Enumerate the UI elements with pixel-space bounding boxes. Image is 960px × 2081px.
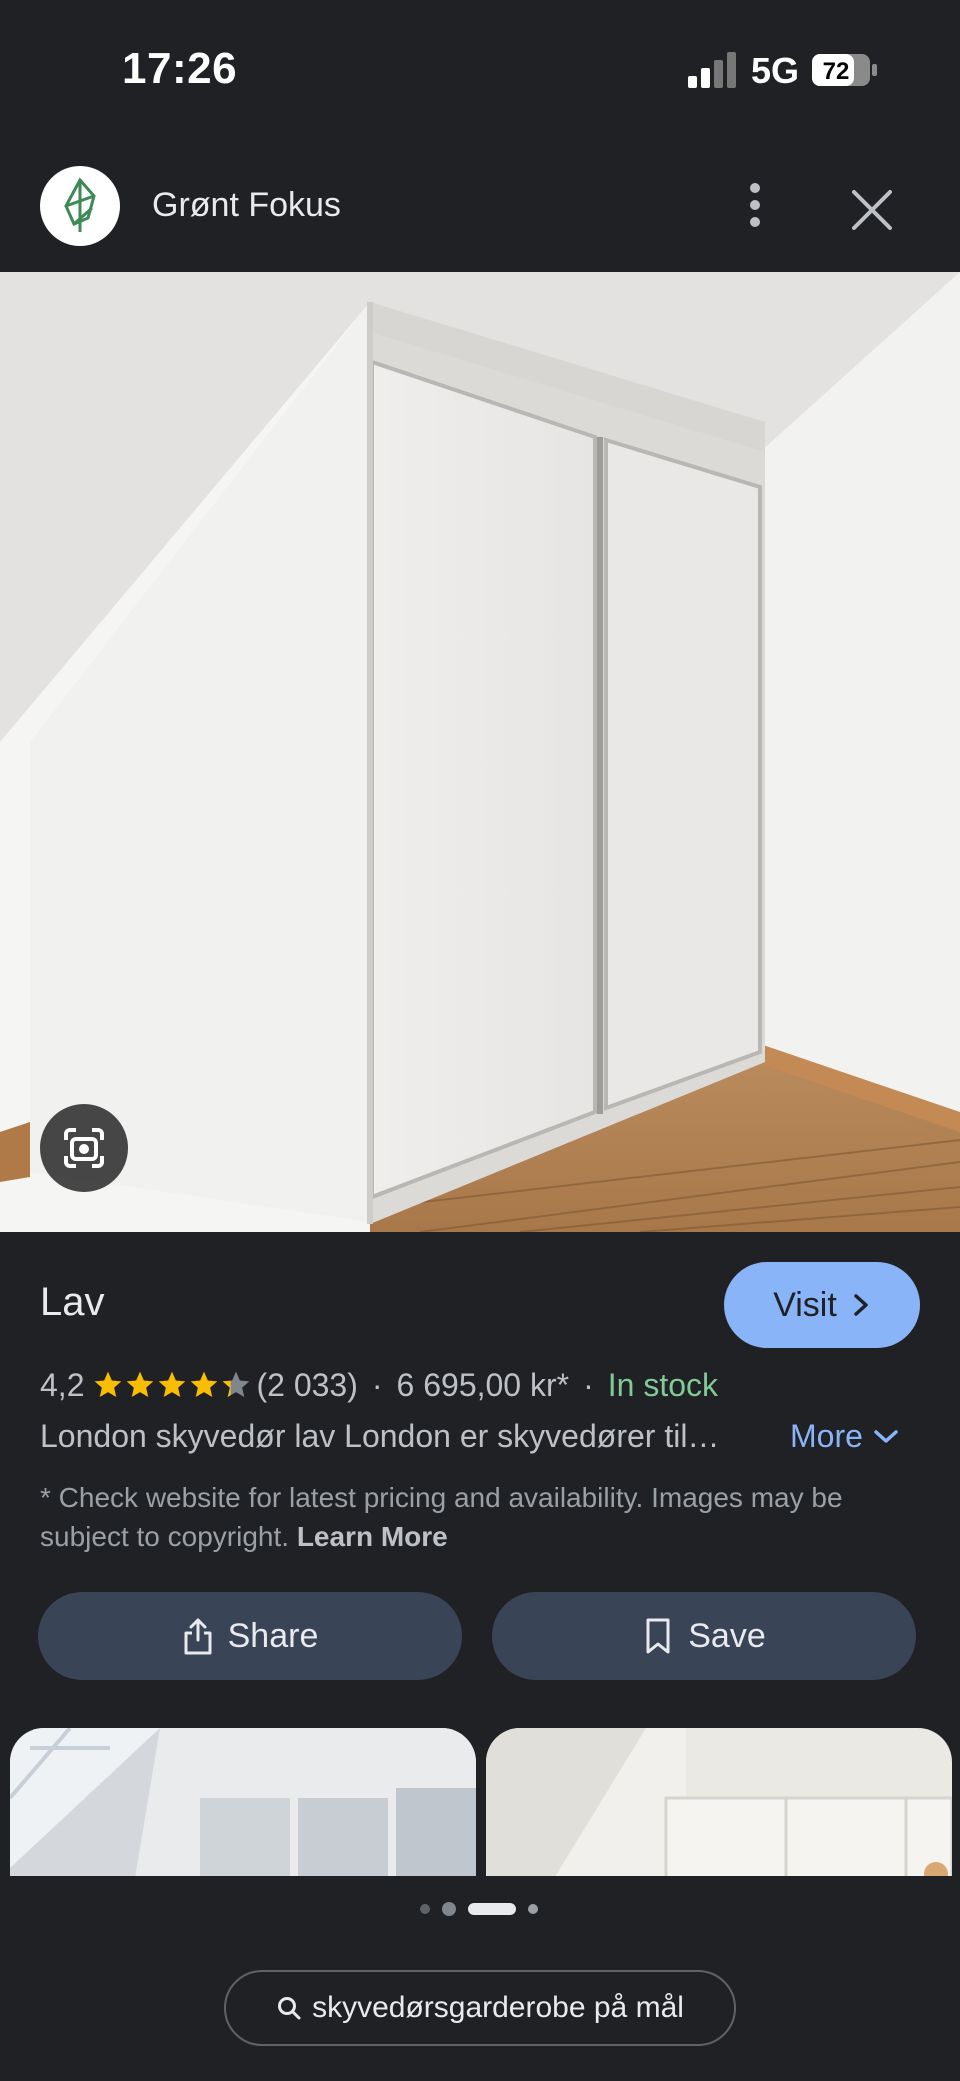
lens-button[interactable]	[40, 1104, 128, 1192]
leaf-logo-icon	[64, 177, 96, 232]
related-image[interactable]	[10, 1728, 476, 1876]
more-button[interactable]: More	[790, 1418, 899, 1455]
review-count: (2 033)	[256, 1366, 358, 1403]
disclaimer: * Check website for latest pricing and a…	[40, 1478, 920, 1556]
share-label: Share	[227, 1616, 319, 1655]
save-label: Save	[688, 1616, 766, 1655]
wardrobe-photo	[0, 272, 960, 1232]
status-time: 17:26	[122, 44, 238, 93]
signal-icon	[688, 52, 736, 88]
search-icon	[278, 1997, 301, 2020]
search-query: skyvedørsgarderobe på mål	[312, 1991, 684, 2024]
product-image[interactable]	[0, 272, 960, 1232]
google-lens-icon	[64, 1128, 104, 1168]
site-name[interactable]: Grønt Fokus	[152, 186, 341, 225]
star-partial-icon	[223, 1371, 250, 1397]
battery-level: 72	[823, 58, 850, 85]
page-dot[interactable]	[528, 1904, 538, 1914]
star-full-icon	[95, 1371, 122, 1397]
star-full-icon	[127, 1371, 154, 1397]
page-dot[interactable]	[442, 1902, 456, 1916]
more-label: More	[790, 1418, 863, 1454]
pagination-dots	[420, 1900, 540, 1916]
product-description: London skyvedør lav London er skyvedører…	[40, 1418, 720, 1454]
bookmark-icon	[646, 1618, 670, 1654]
separator: ·	[371, 1366, 383, 1403]
site-logo[interactable]	[40, 166, 120, 246]
separator: ·	[583, 1366, 594, 1403]
share-icon	[184, 1618, 212, 1655]
network-label: 5G	[751, 50, 800, 91]
visit-button[interactable]: Visit	[724, 1262, 920, 1348]
related-image[interactable]	[486, 1728, 952, 1876]
product-meta: 4,2 (2 033) · 6 695,00 kr* · In stock	[40, 1360, 718, 1410]
star-rating	[92, 1369, 252, 1401]
page-dot-active[interactable]	[468, 1903, 516, 1915]
battery-icon: 72	[812, 54, 877, 86]
related-image-photo	[10, 1728, 476, 1876]
rating-value: 4,2	[40, 1366, 85, 1403]
share-button[interactable]: Share	[38, 1592, 462, 1680]
result-header: Grønt Fokus	[0, 140, 960, 272]
related-image-photo	[486, 1728, 952, 1876]
stock-status: In stock	[607, 1366, 719, 1403]
star-full-icon	[159, 1371, 186, 1397]
product-title: Lav	[40, 1280, 105, 1324]
visit-label: Visit	[773, 1285, 837, 1324]
chevron-down-icon	[874, 1429, 898, 1443]
more-vert-icon[interactable]	[738, 180, 772, 230]
save-button[interactable]: Save	[492, 1592, 916, 1680]
related-images	[0, 1728, 960, 1876]
close-icon[interactable]	[846, 184, 898, 236]
status-bar: 17:26 5G 72	[0, 0, 960, 140]
star-full-icon	[191, 1371, 218, 1397]
search-query-pill[interactable]: skyvedørsgarderobe på mål	[224, 1970, 736, 2046]
learn-more-link[interactable]: Learn More	[297, 1521, 448, 1552]
chevron-right-icon	[854, 1294, 868, 1316]
page-dot[interactable]	[420, 1904, 430, 1914]
price: 6 695,00 kr*	[396, 1366, 570, 1403]
